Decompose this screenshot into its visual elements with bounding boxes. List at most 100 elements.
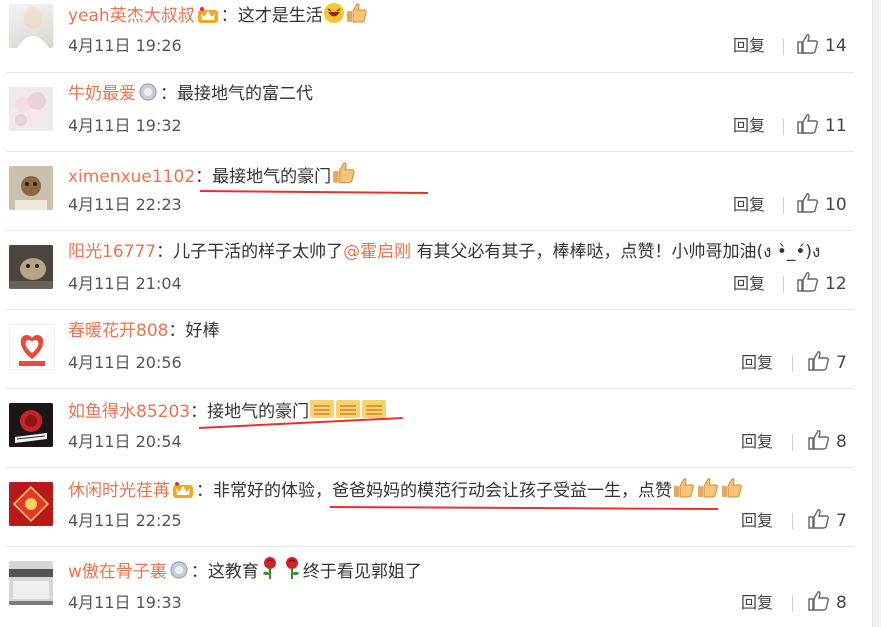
thumbs-up-emoji-icon — [672, 477, 696, 506]
avatar[interactable] — [9, 87, 53, 131]
applause-emoji-icon — [335, 398, 361, 427]
comment-item: ximenxue1102：最接地气的豪门 4月11日 22:23 回复 10 — [0, 159, 860, 229]
colon: ： — [156, 242, 174, 262]
comment-item: 春暖花开808：好棒 4月11日 20:56 回复 7 — [0, 317, 860, 387]
separator — [783, 197, 784, 214]
avatar[interactable] — [9, 166, 53, 210]
medal-icon[interactable] — [169, 560, 189, 587]
avatar[interactable] — [9, 482, 53, 526]
thumbs-up-icon — [797, 114, 819, 134]
separator — [783, 276, 784, 293]
comment-item: 阳光16777：儿子干活的样子太帅了@霍启刚 有其父必有其子，棒棒哒，点赞！小帅… — [0, 238, 860, 308]
username-link[interactable]: w傲在骨子裏 — [68, 562, 167, 582]
like-button[interactable]: 7 — [808, 351, 847, 374]
colon: ： — [190, 402, 208, 422]
vip-crown-icon[interactable] — [172, 481, 194, 506]
reply-button[interactable]: 回复 — [741, 431, 773, 453]
comment-item: 休闲时光荏苒 ：非常好的体验，爸爸妈妈的模范行动会让孩子受益一生，点赞 4月11日… — [0, 475, 860, 545]
comment-line: 牛奶最爱 ：最接地气的富二代 — [68, 82, 313, 109]
reply-button[interactable]: 回复 — [733, 194, 765, 216]
reply-button[interactable]: 回复 — [741, 510, 773, 532]
username-link[interactable]: 如鱼得水85203 — [68, 402, 190, 422]
reply-button[interactable]: 回复 — [733, 273, 765, 295]
comment-text: 儿子干活的样子太帅了 — [173, 242, 344, 262]
avatar[interactable] — [9, 324, 55, 370]
avatar[interactable] — [9, 403, 53, 447]
avatar[interactable] — [9, 561, 53, 605]
comment-text: 最接地气的富二代 — [177, 84, 313, 104]
comment-line: 如鱼得水85203：接地气的豪门 — [68, 398, 387, 427]
comment-text-rest: 有其父必有其子，棒棒哒，点赞！小帅哥加油(ง •̀_•́)ง — [411, 242, 821, 262]
comment-text-rest: 终于看见郭姐了 — [302, 562, 422, 582]
colon: ： — [160, 84, 177, 104]
like-button[interactable]: 8 — [808, 591, 847, 614]
thumbs-up-emoji-icon — [696, 477, 720, 506]
thumbs-up-icon — [808, 591, 830, 611]
thumbs-up-icon — [797, 34, 819, 54]
rose-emoji-icon — [259, 556, 281, 587]
like-count: 10 — [825, 195, 847, 215]
comment-text: 接地气的豪门 — [207, 402, 310, 422]
colon: ： — [195, 167, 213, 187]
reply-button[interactable]: 回复 — [741, 352, 773, 374]
like-count: 12 — [825, 274, 847, 294]
colon: ： — [190, 562, 208, 582]
like-count: 7 — [836, 511, 847, 531]
like-count: 11 — [825, 116, 847, 136]
thumbs-up-icon — [808, 351, 830, 371]
like-button[interactable]: 12 — [797, 272, 847, 295]
username-link[interactable]: 牛奶最爱 — [68, 84, 136, 104]
like-button[interactable]: 8 — [808, 430, 847, 453]
comment-item: w傲在骨子裏 ：这教育 终于看见郭姐了 4月11日 19:33 回复 8 — [0, 554, 860, 627]
vip-crown-icon[interactable] — [197, 6, 219, 31]
separator — [783, 118, 784, 135]
like-button[interactable]: 10 — [797, 193, 847, 216]
avatar[interactable] — [9, 245, 53, 289]
colon: ： — [220, 6, 238, 26]
thumbs-up-icon — [808, 430, 830, 450]
divider — [6, 388, 854, 389]
colon: ： — [168, 321, 186, 341]
comment-text: 好棒 — [185, 321, 220, 341]
comment-time: 4月11日 22:25 — [68, 511, 182, 530]
username-link[interactable]: yeah英杰大叔叔 — [68, 6, 195, 26]
laughing-emoji-icon — [323, 2, 345, 31]
like-count: 7 — [836, 353, 847, 373]
avatar[interactable] — [9, 4, 53, 48]
reply-button[interactable]: 回复 — [741, 592, 773, 614]
divider — [6, 546, 854, 547]
divider — [6, 151, 854, 152]
comment-time: 4月11日 19:26 — [68, 36, 182, 55]
username-link[interactable]: 春暖花开808 — [68, 321, 168, 341]
comment-list: yeah英杰大叔叔 ：这才是生活 4月11日 19:26 回复 14 牛奶最爱 ：最… — [0, 0, 873, 627]
mention-link[interactable]: @霍启刚 — [343, 242, 411, 262]
like-button[interactable]: 14 — [797, 34, 847, 57]
username-link[interactable]: 休闲时光荏苒 — [68, 481, 170, 501]
medal-icon[interactable] — [138, 82, 158, 109]
username-link[interactable]: 阳光16777 — [68, 242, 156, 262]
reply-button[interactable]: 回复 — [733, 35, 765, 57]
comment-time: 4月11日 19:32 — [68, 116, 182, 135]
separator — [792, 355, 793, 372]
comment-time: 4月11日 20:56 — [68, 353, 182, 372]
divider — [6, 309, 854, 310]
like-count: 14 — [825, 36, 847, 56]
comment-line: 春暖花开808：好棒 — [68, 319, 219, 343]
divider — [6, 467, 854, 468]
scrollbar[interactable] — [872, 0, 881, 627]
thumbs-up-icon — [797, 193, 819, 213]
comment-line: 休闲时光荏苒 ：非常好的体验，爸爸妈妈的模范行动会让孩子受益一生，点赞 — [68, 477, 744, 506]
comment-text: 非常好的体验，爸爸妈妈的模范行动会让孩子受益一生，点赞 — [213, 481, 672, 501]
comment-text: 这才是生活 — [237, 6, 323, 26]
comment-item: 牛奶最爱 ：最接地气的富二代 4月11日 19:32 回复 11 — [0, 80, 860, 150]
comment-time: 4月11日 20:54 — [68, 432, 182, 451]
username-link[interactable]: ximenxue1102 — [68, 167, 195, 187]
separator — [783, 38, 784, 55]
thumbs-up-icon — [797, 272, 819, 292]
like-button[interactable]: 11 — [797, 114, 847, 137]
comment-line: 阳光16777：儿子干活的样子太帅了@霍启刚 有其父必有其子，棒棒哒，点赞！小帅… — [68, 240, 820, 264]
like-button[interactable]: 7 — [808, 509, 847, 532]
thumbs-up-icon — [808, 509, 830, 529]
like-count: 8 — [836, 432, 847, 452]
reply-button[interactable]: 回复 — [733, 115, 765, 137]
